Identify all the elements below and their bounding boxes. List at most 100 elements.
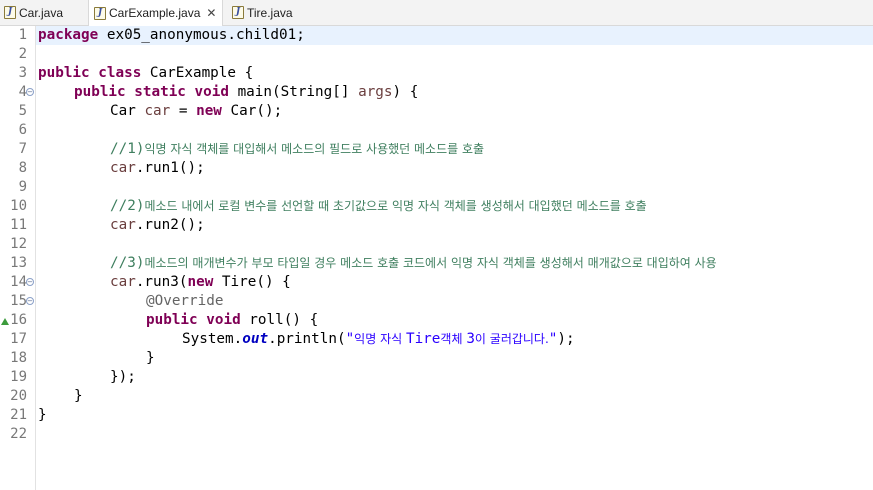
code-text: }	[146, 350, 155, 366]
code-text: .run2();	[135, 217, 205, 233]
line-number: 2	[18, 46, 27, 62]
code-line-21: }	[38, 406, 47, 425]
comment: //3)	[110, 255, 145, 271]
line-number: 20	[10, 388, 27, 404]
line-number: 13	[10, 255, 27, 271]
variable: car	[110, 217, 136, 233]
line-number: 18	[10, 350, 27, 366]
line-number: 11	[10, 217, 27, 233]
line-number: 22	[10, 426, 27, 442]
string-literal: 익명 자식	[354, 332, 406, 346]
code-text: }	[38, 407, 47, 423]
code-text: =	[170, 103, 197, 119]
comment: 메소드 내에서 로컬 변수를 선언할 때 초기값으로 익명 자식 객체를 생성해…	[144, 199, 647, 213]
code-line-16: public void roll() {	[146, 311, 318, 330]
code-line-19: });	[110, 368, 136, 387]
comment: //1)	[110, 141, 145, 157]
variable: car	[110, 274, 136, 290]
code-text: main(String[]	[228, 84, 359, 100]
code-text: System.	[182, 331, 243, 347]
code-line-3: public class CarExample {	[38, 64, 253, 83]
line-number: 16	[10, 312, 27, 328]
string-literal: 객체	[440, 332, 467, 346]
line-number: 12	[10, 236, 27, 252]
string-literal: "	[345, 331, 355, 347]
variable: car	[110, 160, 136, 176]
line-number: 5	[18, 103, 27, 119]
code-line-8: car.run1();	[110, 159, 205, 178]
code-text: ex05_anonymous.child01;	[98, 27, 305, 43]
string-literal: 이 굴러갑니다.	[474, 332, 549, 346]
fold-collapse-icon[interactable]: −	[26, 297, 34, 305]
code-text: CarExample {	[141, 65, 254, 81]
code-text: Car();	[221, 103, 283, 119]
keyword: static	[134, 84, 186, 100]
code-line-13: //3)메소드의 매개변수가 부모 타입일 경우 메소드 호출 코드에서 익명 …	[110, 254, 717, 273]
line-number: 3	[18, 65, 27, 81]
fold-collapse-icon[interactable]: −	[26, 278, 34, 286]
keyword: void	[206, 312, 241, 328]
tab-car-java[interactable]: J Car.java	[2, 0, 69, 25]
line-number: 8	[18, 160, 27, 176]
keyword: new	[187, 274, 214, 290]
code-text: .run1();	[135, 160, 205, 176]
line-number: 4	[18, 84, 27, 100]
line-number-ruler: 1 2 3 4 − 5 6 7 8 9 10 11 12 13 14 − 15 …	[0, 26, 36, 490]
code-text: .println(	[268, 331, 346, 347]
tab-label: Tire.java	[247, 5, 293, 20]
code-line-1: package ex05_anonymous.child01;	[38, 26, 305, 45]
code-text: .run3(	[135, 274, 188, 290]
string-literal: Tire	[405, 331, 441, 347]
line-number: 7	[18, 141, 27, 157]
variable: car	[144, 103, 171, 119]
code-text: );	[557, 331, 575, 347]
close-icon[interactable]: ✕	[206, 6, 216, 20]
code-line-15: @Override	[146, 292, 223, 311]
line-number: 10	[10, 198, 27, 214]
keyword: public	[74, 84, 126, 100]
code-line-10: //2)메소드 내에서 로컬 변수를 선언할 때 초기값으로 익명 자식 객체를…	[110, 197, 647, 216]
tab-label: Car.java	[19, 5, 64, 20]
static-field: out	[242, 331, 269, 347]
variable: args	[358, 84, 393, 100]
annotation: @Override	[146, 293, 224, 309]
java-file-icon: J	[94, 6, 106, 20]
keyword: new	[196, 103, 222, 119]
line-number: 9	[18, 179, 27, 195]
fold-collapse-icon[interactable]: −	[26, 88, 34, 96]
comment: 메소드의 매개변수가 부모 타입일 경우 메소드 호출 코드에서 익명 자식 객…	[144, 256, 717, 270]
string-literal: 3	[466, 331, 475, 347]
code-line-11: car.run2();	[110, 216, 205, 235]
keyword: package	[38, 27, 99, 43]
code-line-18: }	[146, 349, 155, 368]
tab-label: CarExample.java	[109, 6, 201, 20]
tab-tire-java[interactable]: J Tire.java	[228, 0, 299, 25]
keyword: public	[146, 312, 198, 328]
keyword: class	[98, 65, 142, 81]
comment: 익명 자식 객체를 대입해서 메소드의 필드로 사용했던 메소드를 호출	[144, 142, 485, 156]
editor-tab-bar: J Car.java J CarExample.java ✕ J Tire.ja…	[0, 0, 873, 26]
line-number: 15	[10, 293, 27, 309]
java-file-icon: J	[232, 6, 244, 19]
code-text: Car	[110, 103, 145, 119]
code-line-14: car.run3(new Tire() {	[110, 273, 291, 292]
line-number: 1	[18, 27, 27, 43]
code-text: roll() {	[240, 312, 319, 328]
line-number: 6	[18, 122, 27, 138]
code-text: }	[74, 388, 83, 404]
java-file-icon: J	[4, 6, 16, 19]
code-text: });	[110, 369, 136, 385]
code-line-5: Car car = new Car();	[110, 102, 282, 121]
code-line-4: public static void main(String[] args) {	[74, 83, 418, 102]
line-number: 21	[10, 407, 27, 423]
line-number: 19	[10, 369, 27, 385]
line-number: 14	[10, 274, 27, 290]
code-text: ) {	[392, 84, 419, 100]
comment: //2)	[110, 198, 145, 214]
line-number: 17	[10, 331, 27, 347]
code-line-17: System.out.println("익명 자식 Tire객체 3이 굴러갑니…	[182, 330, 575, 349]
tab-carexample-java[interactable]: J CarExample.java ✕	[88, 0, 224, 26]
code-line-20: }	[74, 387, 83, 406]
code-line-7: //1)익명 자식 객체를 대입해서 메소드의 필드로 사용했던 메소드를 호출	[110, 140, 484, 159]
keyword: void	[194, 84, 229, 100]
